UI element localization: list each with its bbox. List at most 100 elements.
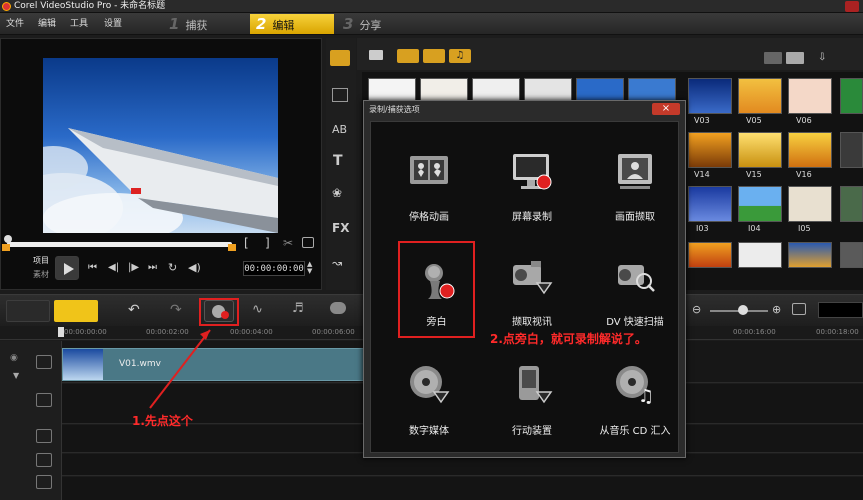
library-thumb[interactable]	[738, 132, 782, 168]
end-icon[interactable]: ⏭	[148, 262, 157, 273]
stop-motion-option[interactable]: 停格动画	[381, 146, 477, 223]
library-thumb[interactable]	[472, 78, 520, 102]
redo-icon[interactable]: ↷	[170, 302, 182, 318]
clip-mode-label[interactable]: 素材	[33, 269, 49, 280]
option-label: 从音乐 CD 汇入	[599, 426, 671, 437]
library-thumb[interactable]	[688, 78, 732, 114]
timecode-display[interactable]: 00:00:00:00	[243, 261, 305, 276]
library-thumb[interactable]	[840, 78, 863, 114]
dialog-close-button[interactable]: ×	[652, 103, 680, 115]
auto-music-icon[interactable]: ♬	[292, 301, 304, 316]
digital-media-option[interactable]: 数字媒体	[381, 360, 477, 437]
menu-edit[interactable]: 编辑	[38, 13, 56, 35]
previous-frame-icon[interactable]: ◀|	[108, 262, 119, 273]
sound-mixer-icon[interactable]: ∿	[252, 302, 263, 317]
window-close-icon[interactable]	[845, 1, 859, 12]
library-thumb[interactable]	[840, 186, 863, 222]
library-thumb[interactable]	[688, 132, 732, 168]
trim-handle-start[interactable]	[2, 244, 10, 251]
snapshot-option[interactable]: 画面撷取	[587, 146, 683, 223]
library-thumb[interactable]	[688, 186, 732, 222]
tab-capture[interactable]: 1 捕获	[163, 14, 248, 34]
list-view-icon[interactable]	[764, 52, 782, 64]
zoom-out-icon[interactable]: ⊖	[692, 303, 701, 316]
library-thumb[interactable]	[368, 78, 416, 102]
tab-share[interactable]: 3 分享	[337, 14, 421, 34]
voice-track-icon[interactable]	[36, 453, 52, 467]
zoom-slider-handle[interactable]	[738, 305, 748, 315]
tracks-icon[interactable]	[330, 302, 346, 314]
title-track-icon[interactable]	[36, 429, 52, 443]
library-thumb[interactable]	[524, 78, 572, 102]
library-thumb[interactable]	[628, 78, 676, 102]
thumb-label: I03	[696, 224, 709, 233]
library-thumb[interactable]	[840, 242, 863, 268]
library-thumb[interactable]	[788, 186, 832, 222]
home-icon[interactable]: ⏮	[88, 262, 97, 273]
overlay-track-icon[interactable]	[36, 393, 52, 407]
transition-icon[interactable]	[332, 88, 348, 102]
library-thumb[interactable]	[788, 78, 832, 114]
repeat-icon[interactable]: ↻	[168, 261, 177, 274]
project-mode-label[interactable]: 项目	[33, 255, 49, 266]
show-photos-button[interactable]	[423, 49, 445, 63]
show-audio-button[interactable]: ♫	[449, 49, 471, 63]
voice-over-option[interactable]: 旁白	[398, 241, 475, 338]
menu-tools[interactable]: 工具	[70, 13, 88, 35]
play-button[interactable]	[55, 256, 79, 280]
library-thumb[interactable]	[788, 132, 832, 168]
tab-edit[interactable]: 2 编辑	[250, 14, 334, 34]
library-thumb[interactable]	[840, 132, 863, 168]
enlarge-icon[interactable]	[302, 237, 314, 248]
library-thumb[interactable]	[738, 242, 782, 268]
path-icon[interactable]: ↝	[332, 256, 342, 270]
fit-project-icon[interactable]	[792, 303, 806, 315]
mark-in-button[interactable]: [	[244, 236, 249, 250]
menu-file[interactable]: 文件	[6, 13, 24, 35]
title-icon[interactable]: AB	[332, 123, 347, 136]
folder-icon[interactable]	[369, 50, 383, 60]
undo-icon[interactable]: ↶	[128, 302, 140, 318]
zoom-in-icon[interactable]: ⊕	[772, 303, 781, 316]
trim-handle-end[interactable]	[228, 244, 236, 251]
graphic-icon[interactable]: ❀	[332, 186, 342, 200]
sort-icon[interactable]: ⇩	[818, 52, 826, 63]
media-icon[interactable]	[330, 50, 350, 66]
thumb-label: V06	[796, 116, 812, 125]
import-audio-cd-option[interactable]: ♫ 从音乐 CD 汇入	[587, 360, 683, 437]
menu-settings[interactable]: 设置	[104, 13, 122, 35]
volume-icon[interactable]: ◀)	[188, 261, 201, 274]
library-thumb[interactable]	[738, 186, 782, 222]
thumbnail-view-icon[interactable]	[786, 52, 804, 64]
music-disc-icon: ♫	[610, 360, 660, 410]
dv-quick-scan-option[interactable]: DV 快速扫描	[587, 251, 683, 328]
capture-video-option[interactable]: 撷取视讯	[484, 251, 580, 328]
text-icon[interactable]: T	[333, 153, 343, 169]
annotation-step2: 2.点旁白，就可录制解说了。	[490, 332, 647, 346]
library-sidebar: AB T ❀ FX ↝	[326, 38, 356, 290]
filter-icon[interactable]: FX	[332, 221, 349, 235]
timecode-spinner-icon[interactable]: ▲ ▼	[307, 261, 312, 275]
step-label: 编辑	[272, 19, 295, 32]
video-track-icon[interactable]	[36, 355, 52, 369]
next-frame-icon[interactable]: |▶	[128, 262, 139, 273]
show-videos-button[interactable]	[397, 49, 419, 63]
timeline-view-button[interactable]	[54, 300, 98, 322]
ruler-tick: 00:00:18:00	[816, 328, 859, 336]
split-clip-icon[interactable]: ✂	[283, 236, 293, 250]
playback-scrubber[interactable]	[7, 242, 232, 247]
library-thumb[interactable]	[420, 78, 468, 102]
storyboard-view-button[interactable]	[6, 300, 50, 322]
track-expand-icon[interactable]: ▼	[13, 371, 19, 380]
library-thumb[interactable]	[738, 78, 782, 114]
track-eye-icon[interactable]: ◉	[10, 353, 18, 363]
screen-capture-icon	[507, 146, 557, 196]
music-track-icon[interactable]	[36, 475, 52, 489]
library-thumb[interactable]	[788, 242, 832, 268]
library-thumb[interactable]	[688, 242, 732, 268]
library-thumb[interactable]	[576, 78, 624, 102]
mobile-device-option[interactable]: 行动装置	[484, 360, 580, 437]
scrubber-handle[interactable]	[4, 235, 12, 243]
screen-capture-option[interactable]: 屏幕录制	[484, 146, 580, 223]
mark-out-button[interactable]: ]	[265, 236, 270, 250]
